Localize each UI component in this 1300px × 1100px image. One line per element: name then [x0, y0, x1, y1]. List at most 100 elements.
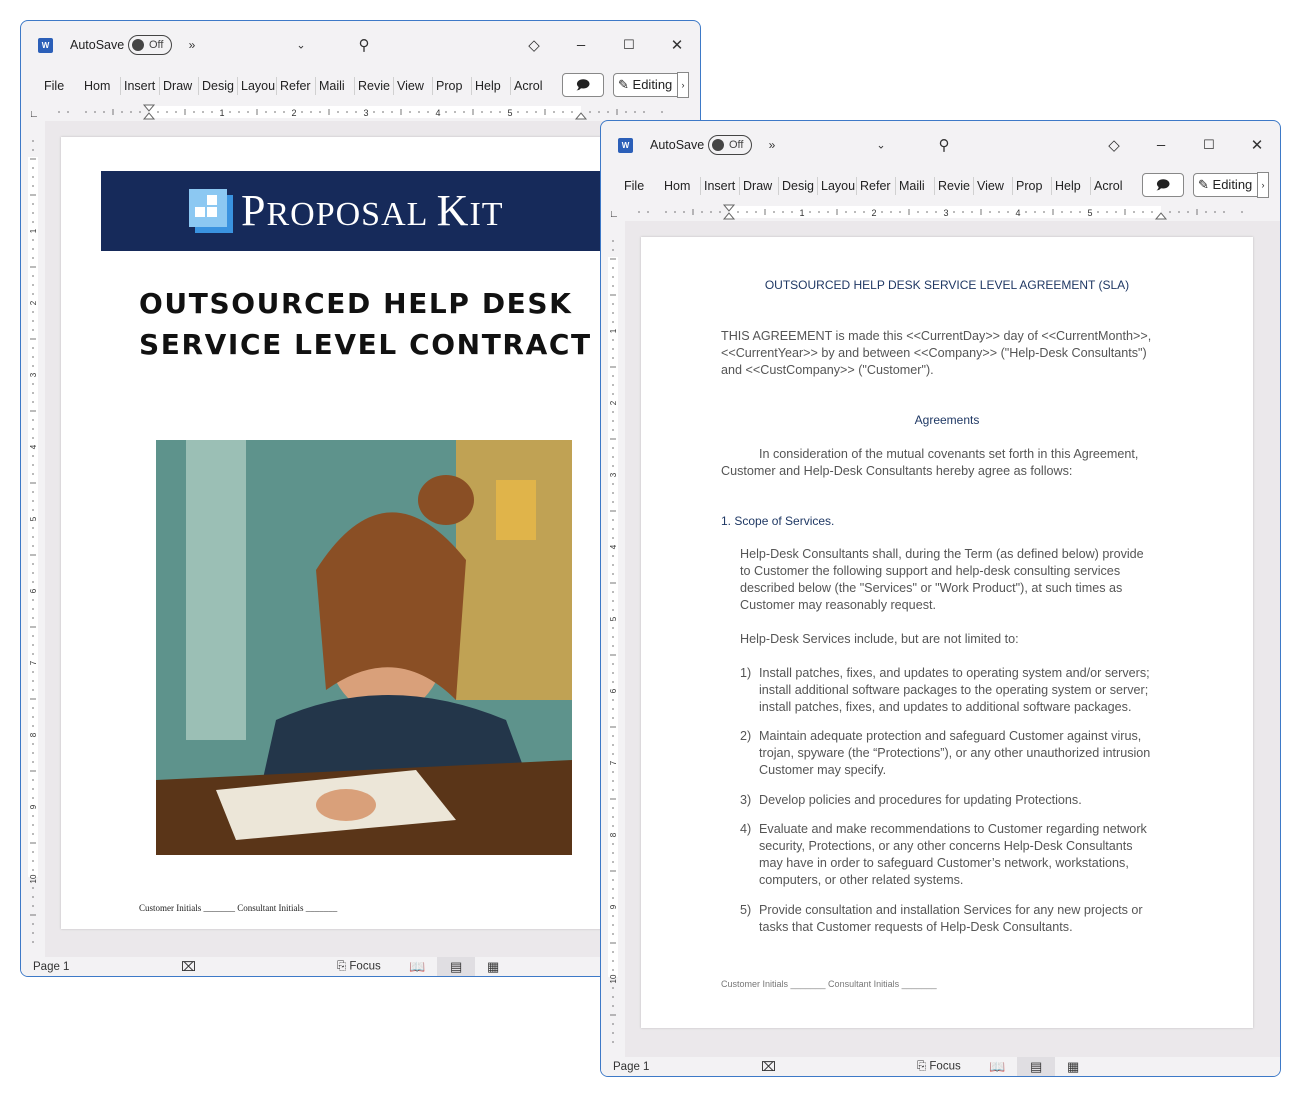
word-app-icon: W — [618, 138, 633, 153]
more-commands-button[interactable]: » — [769, 138, 776, 152]
tab-revie[interactable]: Revie — [354, 77, 393, 95]
word-app-icon: W — [38, 38, 53, 53]
tab-file[interactable]: File — [621, 177, 657, 195]
tab-insert[interactable]: Insert — [120, 77, 159, 95]
tab-selector[interactable]: ∟ — [29, 109, 39, 120]
search-icon[interactable]: ⚲ — [939, 136, 950, 154]
accessibility-icon[interactable]: ⌧ — [181, 959, 196, 975]
tab-hom[interactable]: Hom — [81, 77, 120, 95]
list-item-line: Install patches, fixes, and updates to o… — [759, 666, 1150, 680]
tab-file[interactable]: File — [41, 77, 77, 95]
vruler-number: 8 — [29, 732, 38, 737]
vruler-number: 4 — [609, 544, 618, 549]
vruler-number: 3 — [29, 372, 38, 377]
chevron-down-icon[interactable]: ⌄ — [296, 39, 305, 52]
tab-acrol[interactable]: Acrol — [510, 77, 549, 95]
ruler-number: 1 — [219, 108, 224, 118]
focus-button[interactable]: ⎘ Focus — [337, 961, 381, 974]
autosave-label: AutoSave — [70, 38, 125, 52]
minimize-button[interactable]: – — [1157, 137, 1165, 154]
comments-button[interactable]: 🗩 — [1142, 173, 1184, 197]
list-item-line: Customer may specify. — [759, 763, 887, 777]
tab-help[interactable]: Help — [471, 77, 510, 95]
read-mode-icon[interactable]: 📖 — [989, 1059, 1005, 1075]
tab-desig[interactable]: Desig — [198, 77, 237, 95]
focus-button[interactable]: ⎘ Focus — [917, 1061, 961, 1074]
tab-revie[interactable]: Revie — [934, 177, 973, 195]
list-item-number: 1) — [740, 666, 752, 680]
maximize-button[interactable]: ☐ — [1203, 137, 1215, 153]
list-item-line: Maintain adequate protection and safegua… — [759, 729, 1142, 743]
diamond-icon[interactable]: ◇ — [1108, 136, 1120, 154]
tab-insert[interactable]: Insert — [700, 177, 739, 195]
ribbon-scroll-right[interactable]: › — [677, 72, 689, 98]
agreement-page: OUTSOURCED HELP DESK SERVICE LEVEL AGREE… — [641, 237, 1253, 1028]
maximize-button[interactable]: ☐ — [623, 37, 635, 53]
page-indicator[interactable]: Page 1 — [33, 961, 69, 973]
more-commands-button[interactable]: » — [189, 38, 196, 52]
word-window-agreement: W AutoSave Off » ⌄ ⚲ ◇ – ☐ ✕ File Hom Inse… — [600, 120, 1281, 1077]
diamond-icon[interactable]: ◇ — [528, 36, 540, 54]
minimize-button[interactable]: – — [577, 37, 585, 54]
cover-initials-footer: Customer Initials _______ Consultant Ini… — [139, 903, 338, 913]
ruler-number: 5 — [507, 108, 512, 118]
web-layout-icon[interactable]: ▦ — [487, 959, 499, 975]
list-item-number: 2) — [740, 729, 752, 743]
horizontal-ruler[interactable]: ∟ 1 2 3 4 5 — [21, 103, 701, 121]
tab-selector[interactable]: ∟ — [609, 209, 619, 220]
tab-refer[interactable]: Refer — [276, 77, 315, 95]
ruler-number: 2 — [871, 208, 876, 218]
close-button[interactable]: ✕ — [1251, 136, 1264, 154]
list-item-line: may have in order to safeguard Customer’… — [759, 856, 1129, 870]
vruler-number: 2 — [29, 300, 38, 305]
tab-hom[interactable]: Hom — [661, 177, 700, 195]
vruler-number: 6 — [29, 588, 38, 593]
tab-layou[interactable]: Layou — [237, 77, 276, 95]
proposal-kit-logo-icon — [189, 189, 233, 233]
comment-icon: 🗩 — [575, 77, 591, 92]
ribbon-scroll-right[interactable]: › — [1257, 172, 1269, 198]
tab-view[interactable]: View — [393, 77, 432, 95]
cover-illustration — [156, 440, 572, 855]
vruler-number: 7 — [609, 760, 618, 765]
tab-prop[interactable]: Prop — [1012, 177, 1051, 195]
vruler-number: 6 — [609, 688, 618, 693]
tab-maili[interactable]: Maili — [315, 77, 354, 95]
toggle-knob — [132, 39, 144, 51]
tab-draw[interactable]: Draw — [159, 77, 198, 95]
tab-prop[interactable]: Prop — [432, 77, 471, 95]
comment-icon: 🗩 — [1155, 177, 1171, 192]
list-item-line: security, Protections, or any other conc… — [759, 839, 1133, 853]
vruler-number: 9 — [29, 804, 38, 809]
page-indicator[interactable]: Page 1 — [613, 1061, 649, 1073]
vruler-number: 1 — [609, 328, 618, 333]
tab-draw[interactable]: Draw — [739, 177, 778, 195]
intro-line: and <<CustCompany>> ("Customer"). — [721, 363, 934, 377]
tab-layou[interactable]: Layou — [817, 177, 856, 195]
print-layout-icon: ▤ — [450, 959, 463, 974]
horizontal-ruler[interactable]: ∟ 1 2 3 4 5 — [601, 203, 1281, 221]
tab-maili[interactable]: Maili — [895, 177, 934, 195]
autosave-toggle[interactable]: Off — [708, 135, 752, 155]
tab-refer[interactable]: Refer — [856, 177, 895, 195]
chevron-down-icon[interactable]: ⌄ — [876, 139, 885, 152]
tab-help[interactable]: Help — [1051, 177, 1090, 195]
print-layout-button[interactable]: ▤ — [437, 957, 475, 976]
comments-button[interactable]: 🗩 — [562, 73, 604, 97]
vertical-ruler[interactable]: 1 2 3 4 5 6 7 8 9 10 — [21, 121, 45, 957]
vruler-number: 5 — [609, 616, 618, 621]
autosave-toggle[interactable]: Off — [128, 35, 172, 55]
tab-view[interactable]: View — [973, 177, 1012, 195]
autosave-label: AutoSave — [650, 138, 705, 152]
accessibility-icon[interactable]: ⌧ — [761, 1059, 776, 1075]
web-layout-icon[interactable]: ▦ — [1067, 1059, 1079, 1075]
tab-desig[interactable]: Desig — [778, 177, 817, 195]
tab-acrol[interactable]: Acrol — [1090, 177, 1129, 195]
print-layout-button[interactable]: ▤ — [1017, 1057, 1055, 1076]
read-mode-icon[interactable]: 📖 — [409, 959, 425, 975]
close-button[interactable]: ✕ — [671, 36, 684, 54]
focus-icon: ⎘ — [337, 960, 347, 973]
status-bar: Page 1 ⌧ ⎘ Focus 📖 ▤ ▦ — [21, 957, 700, 976]
vertical-ruler[interactable]: 1 2 3 4 5 6 7 8 9 10 — [601, 221, 625, 1057]
search-icon[interactable]: ⚲ — [359, 36, 370, 54]
